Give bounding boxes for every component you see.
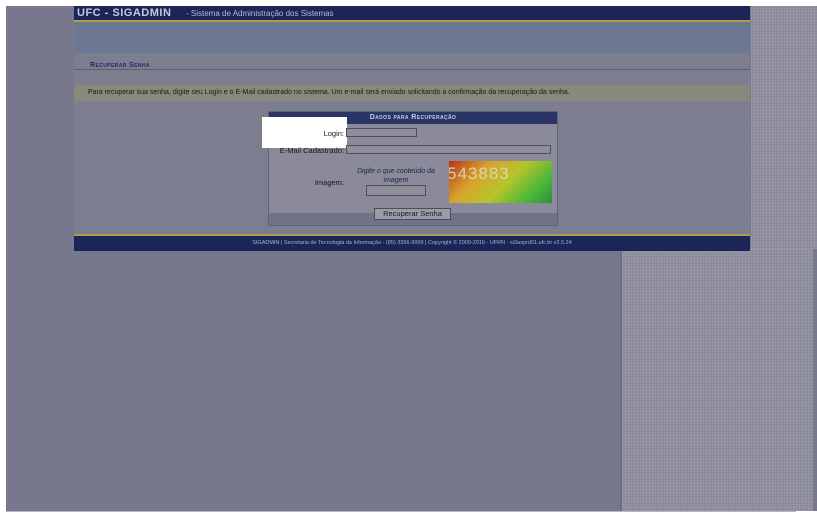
info-message: Para recuperar sua senha, digite seu Log… bbox=[88, 89, 570, 96]
app-subtitle: - Sistema de Administração dos Sistemas bbox=[186, 9, 334, 18]
captcha-image: 543883 bbox=[449, 161, 552, 203]
title-divider bbox=[74, 69, 750, 70]
lower-side-background-pattern bbox=[620, 249, 813, 511]
captcha-image-text: 543883 bbox=[449, 164, 510, 183]
email-label: E-Mail Cadastrado: bbox=[279, 146, 344, 155]
recover-password-button[interactable]: Recuperar Senha bbox=[374, 208, 451, 220]
image-label: Imagem: bbox=[314, 178, 344, 187]
captcha-input[interactable] bbox=[366, 185, 426, 196]
login-input[interactable] bbox=[346, 128, 417, 137]
footer-text: SIGADMIN | Secretaria de Tecnologia da I… bbox=[252, 240, 572, 246]
email-input[interactable] bbox=[346, 145, 551, 154]
header-bar: UFC - SIGADMIN - Sistema de Administraçã… bbox=[74, 6, 750, 22]
captcha-hint: Digite o que conteúdo da imagem bbox=[357, 168, 435, 184]
side-background-pattern bbox=[751, 6, 817, 249]
subheader-band bbox=[74, 22, 750, 53]
login-label: Login: bbox=[323, 129, 344, 138]
footer-bar: SIGADMIN | Secretaria de Tecnologia da I… bbox=[74, 234, 750, 251]
page-title: Recuperar Senha bbox=[90, 62, 150, 69]
app-title: UFC - SIGADMIN bbox=[77, 7, 172, 19]
